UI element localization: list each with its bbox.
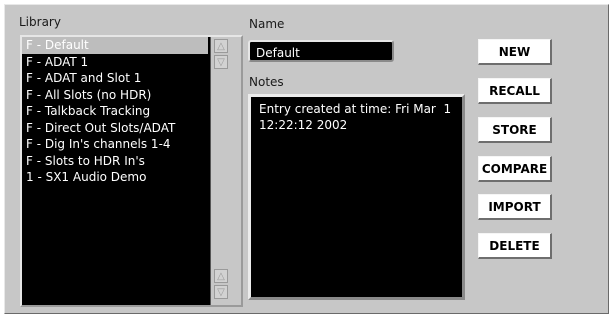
compare-button[interactable]: COMPARE bbox=[478, 156, 552, 182]
new-button[interactable]: NEW bbox=[478, 39, 552, 65]
library-label: Library bbox=[19, 15, 61, 29]
library-scrollbar[interactable]: △ ▽ △ ▽ bbox=[210, 37, 241, 305]
import-button[interactable]: IMPORT bbox=[478, 194, 552, 220]
library-item[interactable]: 1 - SX1 Audio Demo bbox=[22, 169, 208, 186]
library-list[interactable]: F - Default F - ADAT 1 F - ADAT and Slot… bbox=[22, 37, 208, 305]
down-triangle-icon[interactable]: ▽ bbox=[214, 285, 228, 299]
library-item[interactable]: F - Slots to HDR In's bbox=[22, 153, 208, 170]
name-label: Name bbox=[249, 17, 285, 31]
library-panel: Library F - Default F - ADAT 1 F - ADAT … bbox=[4, 4, 609, 314]
name-field[interactable]: Default bbox=[248, 40, 394, 62]
library-item[interactable]: F - All Slots (no HDR) bbox=[22, 87, 208, 104]
library-item[interactable]: F - Talkback Tracking bbox=[22, 103, 208, 120]
store-button[interactable]: STORE bbox=[478, 117, 552, 143]
library-list-box: F - Default F - ADAT 1 F - ADAT and Slot… bbox=[20, 35, 243, 307]
notes-label: Notes bbox=[249, 75, 284, 89]
recall-button[interactable]: RECALL bbox=[478, 78, 552, 104]
library-item[interactable]: F - Default bbox=[22, 37, 208, 54]
up-triangle-icon[interactable]: △ bbox=[214, 269, 228, 283]
down-triangle-icon[interactable]: ▽ bbox=[214, 55, 228, 69]
library-item[interactable]: F - Dig In's channels 1-4 bbox=[22, 136, 208, 153]
notes-textarea[interactable]: Entry created at time: Fri Mar 1 12:22:1… bbox=[248, 94, 465, 300]
delete-button[interactable]: DELETE bbox=[478, 233, 552, 259]
library-item[interactable]: F - ADAT 1 bbox=[22, 54, 208, 71]
library-item[interactable]: F - ADAT and Slot 1 bbox=[22, 70, 208, 87]
up-triangle-icon[interactable]: △ bbox=[214, 39, 228, 53]
library-item[interactable]: F - Direct Out Slots/ADAT bbox=[22, 120, 208, 137]
